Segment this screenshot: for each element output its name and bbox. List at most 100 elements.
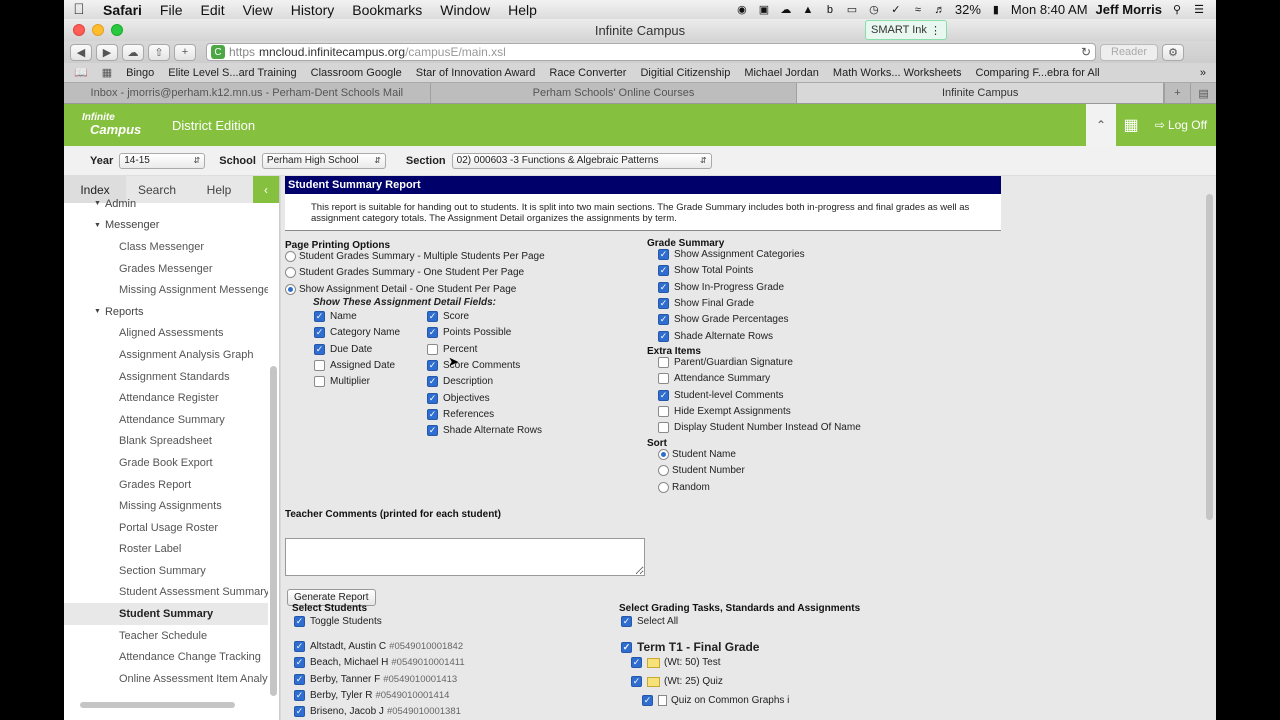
menubar-user[interactable]: Jeff Morris — [1096, 2, 1162, 17]
bookmark-item[interactable]: Star of Innovation Award — [416, 67, 536, 79]
bookmark-item[interactable]: Classroom Google — [311, 67, 402, 79]
detail-field-checkbox[interactable]: ✓ Category Name — [314, 327, 400, 339]
school-select[interactable]: Perham High School ⇵ — [261, 152, 386, 169]
grade-summary-option-checkbox[interactable]: ✓ Show Total Points — [658, 265, 753, 277]
app-grid-icon[interactable]: ▦ — [1116, 104, 1146, 146]
close-window-button[interactable] — [73, 24, 85, 36]
notification-center-icon[interactable]: ☰ — [1192, 3, 1206, 17]
bookmark-item[interactable]: Elite Level S...ard Training — [168, 67, 296, 79]
smart-ink-toolbar[interactable]: SMART Ink ⋮ — [865, 20, 947, 40]
time-machine-icon[interactable]: ◷ — [867, 3, 881, 17]
student-row[interactable]: ✓ Berby, Tyler R #0549010001414 — [294, 689, 449, 701]
reader-button[interactable]: Reader — [1100, 43, 1159, 61]
extension-button[interactable]: ⚙ — [1162, 43, 1185, 61]
tree-item[interactable]: Missing Assignments — [64, 495, 268, 517]
task-item[interactable]: ✓ Quiz on Common Graphs i — [642, 695, 789, 706]
print-option-radio[interactable]: Student Grades Summary - One Student Per… — [285, 267, 524, 279]
toggle-students-checkbox[interactable]: ✓ Toggle Students — [294, 616, 382, 627]
reload-icon[interactable]: ↻ — [1081, 45, 1091, 59]
share-button[interactable]: ⇧ — [148, 43, 170, 61]
tree-item[interactable]: Teacher Schedule — [64, 625, 268, 647]
record-icon[interactable]: ◉ — [735, 3, 749, 17]
expand-triangle-icon[interactable]: ▼ — [94, 222, 101, 229]
detail-field-checkbox[interactable]: ✓ Description — [427, 376, 493, 388]
bookmark-item[interactable]: Race Converter — [549, 67, 626, 79]
back-button[interactable]: ◀ — [70, 43, 92, 61]
section-select[interactable]: 02) 000603 -3 Functions & Algebraic Patt… — [451, 152, 712, 169]
expand-triangle-icon[interactable]: ▼ — [94, 200, 101, 207]
menu-app[interactable]: Safari — [94, 2, 151, 18]
student-row[interactable]: ✓ Briseno, Jacob J #0549010001381 — [294, 706, 461, 718]
tree-item[interactable]: Blank Spreadsheet — [64, 431, 268, 453]
menubar-clock[interactable]: Mon 8:40 AM — [1011, 2, 1088, 17]
extra-item-checkbox[interactable]: Display Student Number Instead Of Name — [658, 422, 861, 434]
forward-button[interactable]: ▶ — [96, 43, 118, 61]
tree-item[interactable]: Missing Assignment Messenger — [64, 279, 268, 301]
nav-vertical-scrollbar[interactable] — [270, 366, 277, 696]
new-tab-button[interactable]: + — [174, 43, 196, 61]
nav-horizontal-scrollbar[interactable] — [80, 702, 235, 708]
tree-item[interactable]: Student Assessment Summary — [64, 582, 268, 604]
menu-view[interactable]: View — [234, 2, 282, 18]
tree-item[interactable]: Assignment Analysis Graph — [64, 344, 268, 366]
tree-group[interactable]: ▼ Reports — [64, 301, 268, 323]
tree-item[interactable]: Grade Book Export — [64, 452, 268, 474]
tree-item[interactable]: Class Messenger — [64, 236, 268, 258]
icloud-tabs-button[interactable]: ☁ — [122, 43, 144, 61]
extra-item-checkbox[interactable]: Hide Exempt Assignments — [658, 405, 791, 417]
sort-option-radio[interactable]: Student Name — [658, 449, 736, 460]
infinite-campus-logo[interactable]: Infinite Campus — [82, 109, 154, 141]
student-row[interactable]: ✓ Berby, Tanner F #0549010001413 — [294, 673, 457, 685]
detail-field-checkbox[interactable]: ✓ Score — [427, 311, 469, 322]
detail-field-checkbox[interactable]: ✓ References — [427, 408, 494, 420]
bluetooth-icon[interactable]: ✓ — [889, 3, 903, 17]
bookmark-item[interactable]: Comparing F...ebra for All — [976, 67, 1100, 79]
drive-icon[interactable]: ▲ — [801, 3, 815, 17]
minimize-window-button[interactable] — [92, 24, 104, 36]
tree-item[interactable]: Grades Messenger — [64, 258, 268, 280]
grade-summary-option-checkbox[interactable]: ✓ Show Final Grade — [658, 297, 754, 309]
term-checkbox[interactable]: ✓ Term T1 - Final Grade — [621, 640, 759, 654]
apple-menu-icon[interactable]:  — [64, 1, 94, 18]
print-option-radio[interactable]: Student Grades Summary - Multiple Studen… — [285, 251, 545, 262]
tree-item[interactable]: Attendance Register — [64, 387, 268, 409]
bookmark-item[interactable]: Bingo — [126, 67, 154, 79]
detail-field-checkbox[interactable]: ✓ Name — [314, 311, 357, 322]
add-tab-icon[interactable]: + — [1164, 83, 1190, 103]
menu-file[interactable]: File — [151, 2, 192, 18]
select-all-checkbox[interactable]: ✓ Select All — [621, 616, 678, 627]
address-bar[interactable]: C https mncloud.infinitecampus.org/campu… — [206, 43, 1096, 61]
menu-window[interactable]: Window — [431, 2, 499, 18]
tree-item[interactable]: Attendance Summary — [64, 409, 268, 431]
detail-field-checkbox[interactable]: ✓ Shade Alternate Rows — [427, 425, 542, 437]
detail-field-checkbox[interactable]: ✓ Points Possible — [427, 327, 511, 339]
bookmarks-overflow-icon[interactable]: » — [1200, 67, 1206, 79]
task-item[interactable]: ✓ (Wt: 50) Test — [631, 657, 721, 668]
tree-item[interactable]: Aligned Assessments — [64, 323, 268, 345]
year-select[interactable]: 14-15 ⇵ — [119, 152, 206, 169]
battery-percent[interactable]: 32% — [955, 2, 981, 17]
sort-option-radio[interactable]: Student Number — [658, 465, 745, 477]
detail-field-checkbox[interactable]: ✓ Objectives — [427, 392, 490, 404]
menu-help[interactable]: Help — [499, 2, 546, 18]
detail-field-checkbox[interactable]: ✓ Due Date — [314, 343, 372, 355]
bookmark-item[interactable]: Digitial Citizenship — [640, 67, 730, 79]
status-app-icon[interactable]: ▣ — [757, 3, 771, 17]
tab-inbox[interactable]: Inbox - jmorris@perham.k12.mn.us - Perha… — [64, 83, 431, 103]
task-item[interactable]: ✓ (Wt: 25) Quiz — [631, 676, 723, 687]
print-option-radio[interactable]: Show Assignment Detail - One Student Per… — [285, 283, 516, 295]
detail-field-checkbox[interactable]: Percent — [427, 343, 477, 355]
tree-item[interactable]: Roster Label — [64, 539, 268, 561]
collapse-header-icon[interactable]: ⌃ — [1086, 104, 1116, 146]
top-sites-icon[interactable]: ▦ — [102, 66, 112, 79]
student-row[interactable]: ✓ Altstadt, Austin C #0549010001842 — [294, 641, 463, 652]
tree-group[interactable]: ▼ Admin — [64, 193, 268, 215]
reading-list-icon[interactable]: 📖 — [74, 66, 88, 79]
tree-item[interactable]: Assignment Standards — [64, 366, 268, 388]
teacher-comments-input[interactable] — [285, 538, 645, 576]
tab-infinite-campus[interactable]: Infinite Campus — [797, 83, 1165, 103]
student-row[interactable]: ✓ Beach, Michael H #0549010001411 — [294, 657, 465, 669]
tree-item[interactable]: Student Summary — [64, 603, 268, 625]
spotlight-icon[interactable]: ⚲ — [1170, 3, 1184, 17]
grade-summary-option-checkbox[interactable]: ✓ Shade Alternate Rows — [658, 330, 773, 342]
